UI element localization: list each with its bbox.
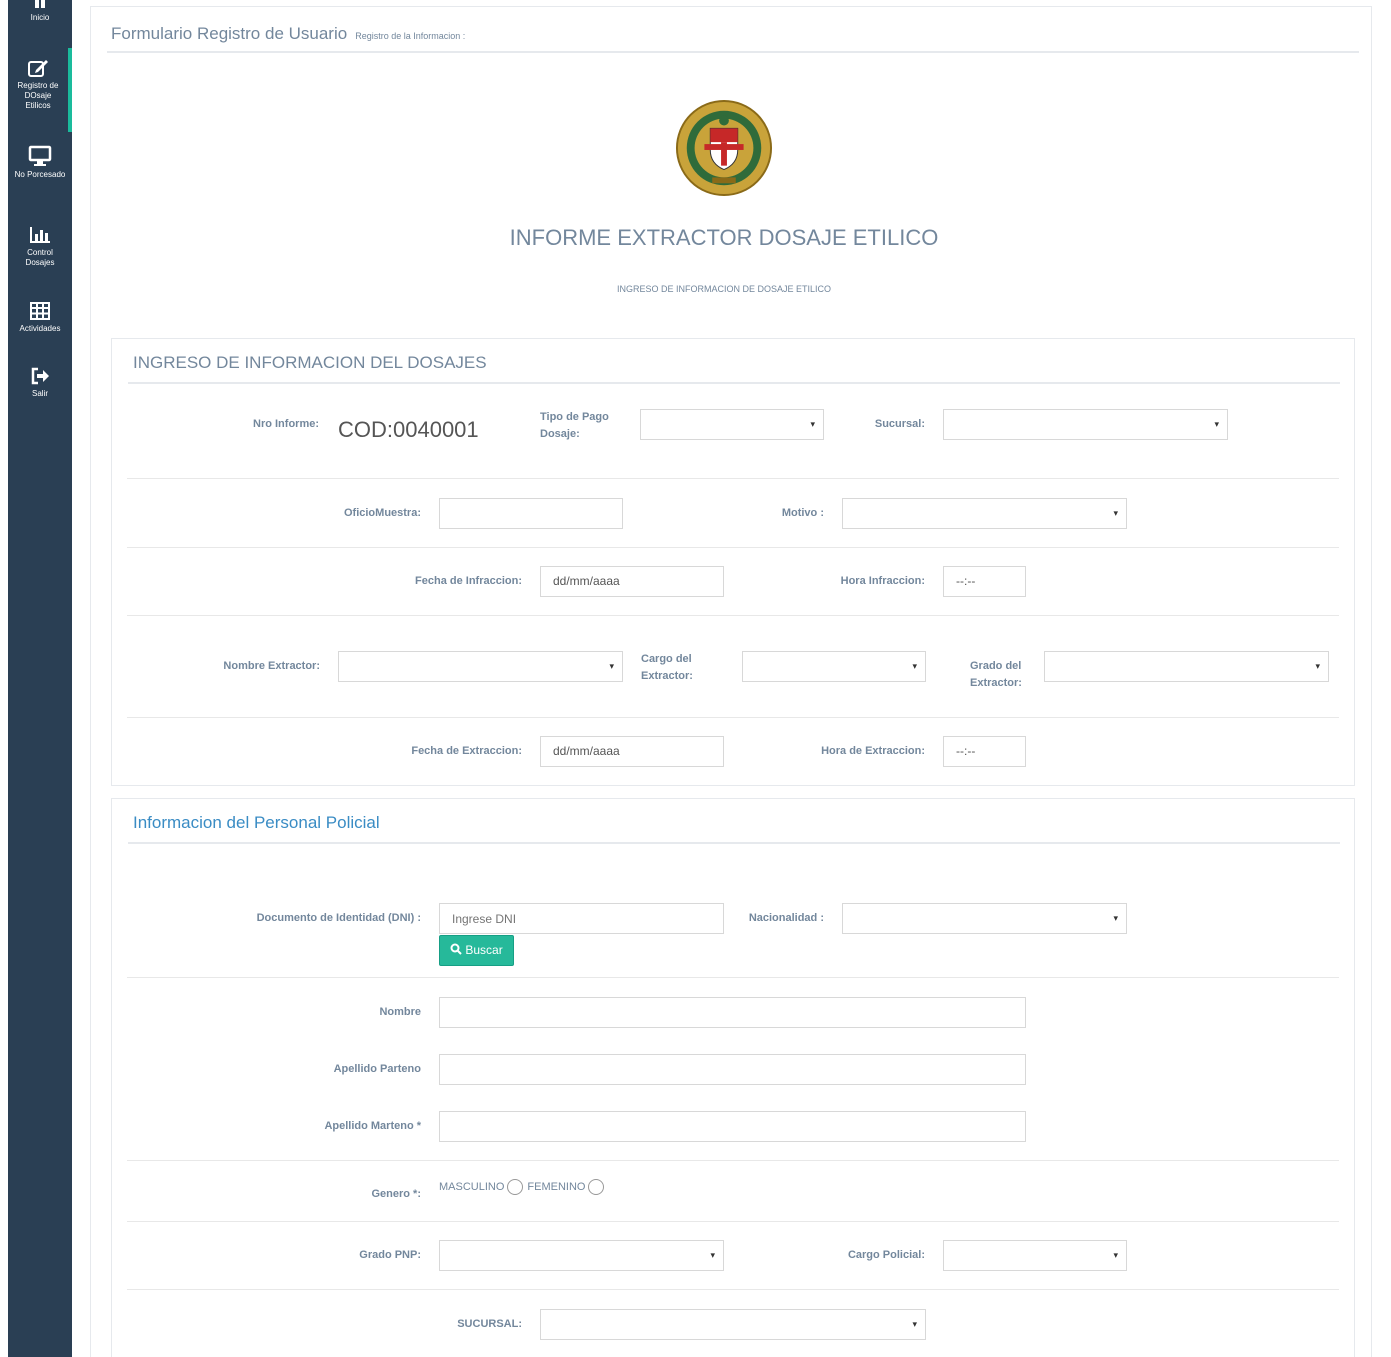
masculino-radio[interactable] (507, 1179, 524, 1196)
dosaje-info-section: INGRESO DE INFORMACION DEL DOSAJES (111, 338, 1355, 786)
divider (127, 977, 1339, 978)
sidebar-item-label: No Porcesado (14, 170, 66, 179)
edit-icon (28, 60, 48, 77)
apellido-materno-input[interactable] (439, 1111, 1026, 1142)
sidebar-item-label: Control Dosajes (25, 248, 55, 267)
tipo-pago-select[interactable] (640, 409, 824, 440)
sign-out-icon (31, 367, 49, 385)
fecha-infraccion-input[interactable]: dd/mm/aaaa (540, 566, 724, 597)
divider (127, 615, 1339, 616)
nombre-extractor-label: Nombre Extractor: (223, 660, 320, 672)
sidebar-item-inicio[interactable]: Inicio (8, 0, 72, 23)
hora-infraccion-label: Hora Infraccion: (840, 575, 925, 587)
home-icon (35, 0, 45, 8)
dni-input[interactable] (439, 903, 724, 934)
buscar-button-label: Buscar (465, 943, 503, 957)
sidebar-item-label: Inicio (30, 13, 50, 22)
hora-extraccion-input[interactable]: --:-- (943, 736, 1026, 767)
grado-pnp-label: Grado PNP: (359, 1249, 421, 1261)
section-title: INGRESO DE INFORMACION DEL DOSAJES (133, 353, 487, 372)
buscar-button[interactable]: Buscar (439, 935, 514, 966)
sidebar-item-label: Actividades (19, 324, 61, 333)
divider (128, 842, 1340, 844)
hora-infraccion-input[interactable]: --:-- (943, 566, 1026, 597)
cargo-extractor-label: Cargo del Extractor: (641, 653, 693, 682)
divider (127, 717, 1339, 718)
sidebar-item-registro[interactable]: Registro de DOsaje Etilicos (8, 48, 72, 132)
sidebar-item-label: Registro de DOsaje Etilicos (17, 81, 59, 110)
sidebar: Inicio Registro de DOsaje Etilicos No Po… (8, 0, 72, 1357)
sucursal-label: Sucursal: (874, 418, 925, 430)
divider (127, 1160, 1339, 1161)
monitor-icon (28, 145, 52, 166)
genero-label: Genero *: (371, 1188, 421, 1200)
sucursal-select[interactable] (943, 409, 1228, 440)
bar-chart-icon (30, 227, 50, 243)
nro-informe-label: Nro Informe: (253, 418, 319, 430)
cargo-policial-label: Cargo Policial: (847, 1249, 925, 1261)
grado-extractor-label: Grado del Extractor: (970, 660, 1022, 689)
fecha-infraccion-label: Fecha de Infraccion: (415, 575, 522, 587)
apellido-paterno-label: Apellido Parteno (333, 1063, 421, 1075)
apellido-paterno-input[interactable] (439, 1054, 1026, 1085)
divider (127, 1289, 1339, 1290)
sidebar-item-control-dosajes[interactable]: Control Dosajes (8, 225, 72, 268)
main-panel: Formulario Registro de Usuario Registro d… (90, 6, 1372, 1357)
fecha-extraccion-input[interactable]: dd/mm/aaaa (540, 736, 724, 767)
nombre-extractor-select[interactable] (338, 651, 623, 682)
masculino-label: MASCULINO (439, 1181, 505, 1193)
genero-radio-group: MASCULINO FEMENINO (439, 1179, 608, 1196)
oficio-muestra-input[interactable] (439, 498, 623, 529)
dni-label: Documento de Identidad (DNI) : (256, 912, 421, 924)
motivo-label: Motivo : (781, 507, 824, 519)
nro-informe-value: COD:0040001 (338, 417, 479, 442)
cargo-policial-select[interactable] (943, 1240, 1127, 1271)
sidebar-item-actividades[interactable]: Actividades (8, 301, 72, 334)
sidebar-item-label: Salir (31, 389, 48, 398)
sucursal-policial-label: SUCURSAL: (457, 1318, 522, 1330)
sucursal-policial-select[interactable] (540, 1309, 926, 1340)
femenino-radio[interactable] (588, 1179, 605, 1196)
apellido-materno-label: Apellido Marteno * (324, 1120, 421, 1132)
sidebar-item-salir[interactable]: Salir (8, 366, 72, 399)
motivo-select[interactable] (842, 498, 1127, 529)
divider (127, 478, 1339, 479)
divider (127, 1221, 1339, 1222)
nombre-input[interactable] (439, 997, 1026, 1028)
nacionalidad-label: Nacionalidad : (748, 912, 824, 924)
divider (127, 547, 1339, 548)
oficio-muestra-label: OficioMuestra: (343, 507, 421, 519)
page-title: Formulario Registro de Usuario Registro d… (111, 24, 465, 44)
section-title: Informacion del Personal Policial (133, 813, 380, 832)
tipo-pago-label: Tipo de Pago Dosaje: (540, 411, 609, 440)
divider (107, 51, 1359, 53)
page-subtitle: Registro de la Informacion : (355, 31, 466, 41)
divider (128, 382, 1340, 384)
cargo-extractor-select[interactable] (742, 651, 926, 682)
nombre-label: Nombre (379, 1006, 421, 1018)
report-subtitle: INGRESO DE INFORMACION DE DOSAJE ETILICO (616, 284, 832, 294)
grado-extractor-select[interactable] (1044, 651, 1329, 682)
page-title-text: Formulario Registro de Usuario (111, 24, 348, 43)
police-emblem-logo (675, 99, 773, 197)
hora-extraccion-label: Hora de Extraccion: (821, 745, 925, 757)
nacionalidad-select[interactable] (842, 903, 1127, 934)
table-icon (30, 302, 50, 320)
grado-pnp-select[interactable] (439, 1240, 724, 1271)
fecha-extraccion-label: Fecha de Extraccion: (411, 745, 522, 757)
search-icon (450, 943, 462, 955)
femenino-label: FEMENINO (527, 1181, 586, 1193)
report-title: INFORME EXTRACTOR DOSAJE ETILICO (509, 225, 939, 250)
sidebar-item-no-procesado[interactable]: No Porcesado (8, 145, 72, 180)
